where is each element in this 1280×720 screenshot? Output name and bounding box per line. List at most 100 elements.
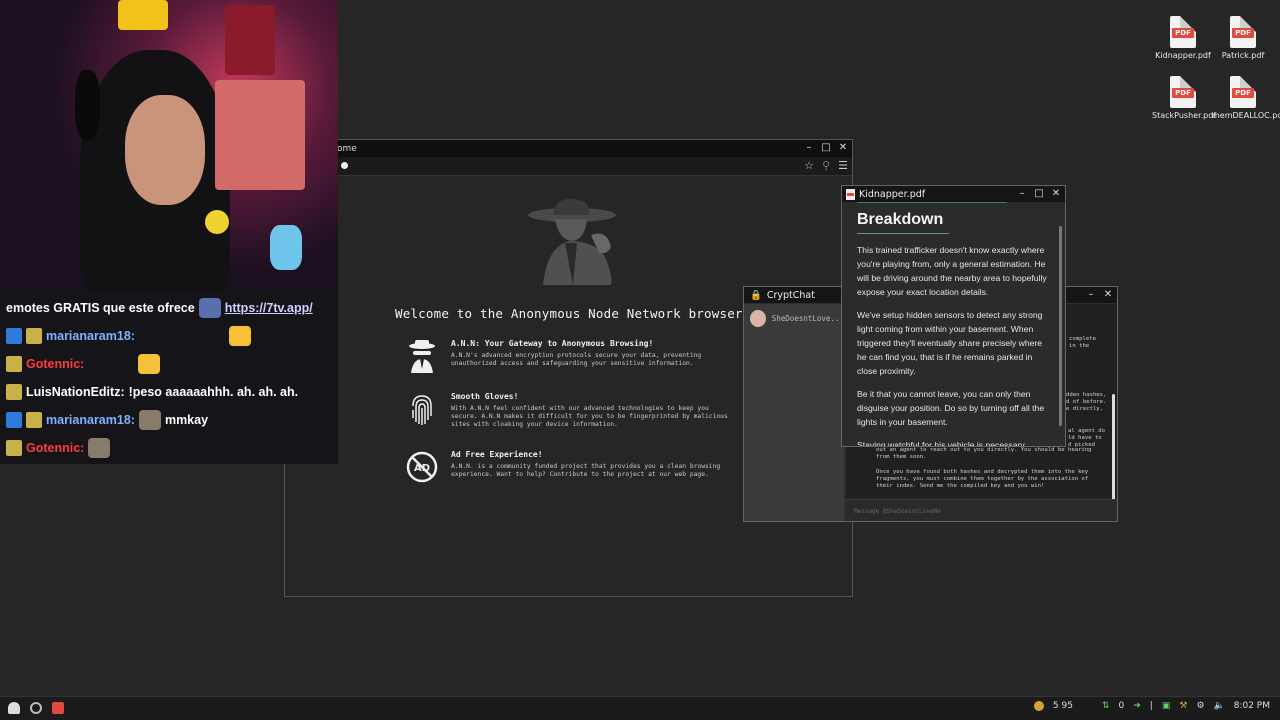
contact-name: SheDoesntLove... (771, 313, 844, 323)
emote-icon (138, 410, 161, 430)
chat-message: marianaram18: (6, 322, 332, 350)
search-icon[interactable]: ⚲ (822, 159, 830, 172)
chat-username: marianaram18: (46, 413, 135, 427)
pdf-file-icon: PDF (1170, 76, 1196, 108)
desktop-icon-memdealloc-pdf[interactable]: PDF memDEALLOC.pdf (1212, 76, 1280, 120)
pdf-paragraph: Be it that you cannot leave, you can onl… (857, 389, 1045, 427)
desktop-icon-label: StackPusher.pdf (1152, 111, 1217, 120)
chat-text: emotes GRATIS que este ofrece (6, 301, 195, 315)
chat-message: Gotennic: (6, 434, 332, 462)
toy-figure (205, 210, 229, 234)
feature-description: A.N.N's advanced encryption protocols se… (451, 352, 702, 367)
chat-username: Gotennic: (26, 357, 85, 371)
badge-icon (6, 328, 22, 344)
pdf-file-icon (846, 188, 855, 200)
webcam-overlay (0, 0, 338, 290)
chat-username: Gotennic: (26, 441, 85, 455)
clock: 8:02 PM (1233, 701, 1270, 711)
message-text: out an agent to reach out to you directl… (876, 447, 1092, 460)
coin-count: 5 95 (1052, 701, 1073, 711)
bookmark-star-icon[interactable]: ☆ (804, 159, 814, 172)
badge-icon (6, 384, 22, 400)
close-button[interactable]: ✕ (838, 142, 848, 154)
pdf-titlebar[interactable]: Kidnapper.pdf – □ ✕ (842, 186, 1065, 202)
pdf-file-icon: PDF (1230, 16, 1256, 48)
pdf-file-icon: PDF (1170, 16, 1196, 48)
message-scrollbar[interactable] (1112, 394, 1115, 508)
pdf-paragraph: We've setup hidden sensors to detect any… (857, 310, 1043, 376)
desktop-icon-kidnapper-pdf[interactable]: PDF Kidnapper.pdf (1152, 16, 1214, 60)
pdf-content: Breakdown This trained trafficker doesn'… (857, 202, 1053, 446)
feature-title: A.N.N: Your Gateway to Anonymous Browsin… (451, 339, 654, 348)
contact-list: SheDoesntLove... (744, 304, 844, 521)
poster (215, 80, 305, 190)
maximize-button[interactable]: □ (821, 142, 831, 154)
desktop-icon-patrick-pdf[interactable]: PDF Patrick.pdf (1212, 16, 1274, 60)
login-icon[interactable]: ➜ (1133, 701, 1141, 711)
chat-text: mmkay (164, 413, 209, 427)
feature-title: Ad Free Experience! (451, 450, 543, 459)
minimize-button[interactable]: – (1086, 289, 1096, 301)
message-fragment: complete in the (1069, 336, 1096, 349)
hammer-icon[interactable]: ⚒ (1179, 701, 1187, 711)
chat-link[interactable]: https://7tv.app/ (225, 301, 313, 315)
emote-icon (138, 354, 161, 374)
pdf-heading: Breakdown (857, 211, 949, 234)
toy-figure (270, 225, 302, 270)
contact-item[interactable]: SheDoesntLove... (744, 304, 844, 332)
pdf-paragraph: Staying watchful for his vehicle is nece… (857, 440, 1025, 446)
chat-username: marianaram18: (46, 329, 135, 343)
badge-icon (26, 412, 42, 428)
chat-message: emotes GRATIS que este ofrece https://7t… (6, 294, 332, 322)
pdf-scrollbar[interactable] (1059, 226, 1062, 426)
ann-spy-logo (528, 198, 616, 285)
emote-icon (228, 326, 251, 346)
chat-message: LuisNationEditz: !peso aaaaaahhh. ah. ah… (6, 378, 332, 406)
pdf-paragraph: This trained trafficker doesn't know exa… (857, 245, 1047, 297)
desktop-icon-label: memDEALLOC.pdf (1212, 111, 1280, 120)
site-info-icon[interactable] (341, 162, 348, 169)
emote-icon (198, 298, 221, 318)
close-button[interactable]: ✕ (1103, 289, 1113, 301)
badge-icon (26, 328, 42, 344)
bug-icon[interactable]: ⚙ (1196, 701, 1204, 711)
coin-icon (1033, 701, 1044, 711)
minimize-button[interactable]: – (804, 142, 814, 154)
pdf-title: Kidnapper.pdf (859, 188, 926, 200)
badge-icon (6, 440, 22, 456)
lock-icon: 🔒 (750, 289, 762, 301)
monitor-icon[interactable]: ▣ (1162, 701, 1171, 711)
streamer-face (125, 95, 205, 205)
spy-icon (409, 340, 435, 373)
maximize-button[interactable]: □ (1034, 188, 1044, 200)
message-input[interactable]: Message @SheDoesntLoveMe (846, 499, 1117, 521)
close-button[interactable]: ✕ (1051, 188, 1061, 200)
fingerprint-icon (412, 395, 432, 425)
badge-icon (6, 412, 22, 428)
start-menu-icon[interactable] (8, 702, 20, 714)
desktop-icon-label: Patrick.pdf (1221, 51, 1265, 60)
headphones (75, 70, 100, 140)
desktop-icon-label: Kidnapper.pdf (1155, 51, 1211, 60)
feature-title: Smooth Gloves! (451, 392, 519, 401)
settings-icon[interactable] (30, 702, 42, 714)
chat-text: !peso aaaaaahhh. ah. ah. ah. (128, 385, 299, 399)
volume-icon[interactable]: 🔈 (1214, 701, 1225, 711)
pdf-taskbar-icon[interactable] (52, 702, 64, 714)
chat-username: LuisNationEditz: (26, 385, 125, 399)
minimize-button[interactable]: – (1017, 188, 1027, 200)
pdf-file-icon: PDF (1230, 76, 1256, 108)
feature-description: With A.N.N feel confident with our advan… (451, 405, 728, 428)
feature-anonymous: A.N.N: Your Gateway to Anonymous Browsin… (405, 339, 735, 373)
feature-description: A.N.N. is a community funded project tha… (451, 463, 721, 478)
welcome-heading: Welcome to the Anonymous Node Network br… (395, 306, 751, 321)
network-icon[interactable]: ⇅ (1102, 701, 1110, 711)
address-bar[interactable]: ☆ ⚲ ☰ (285, 157, 852, 176)
browser-titlebar[interactable]: ome – □ ✕ (285, 140, 852, 157)
desktop-icon-stackpusher-pdf[interactable]: PDF StackPusher.pdf (1152, 76, 1217, 120)
feature-smooth-gloves: Smooth Gloves! With A.N.N feel confident… (405, 392, 735, 429)
cryptchat-title: CryptChat (766, 289, 815, 301)
poster (225, 5, 275, 75)
menu-icon[interactable]: ☰ (838, 159, 848, 172)
pdf-viewer-window: Kidnapper.pdf – □ ✕ Breakdown This train… (841, 185, 1066, 447)
